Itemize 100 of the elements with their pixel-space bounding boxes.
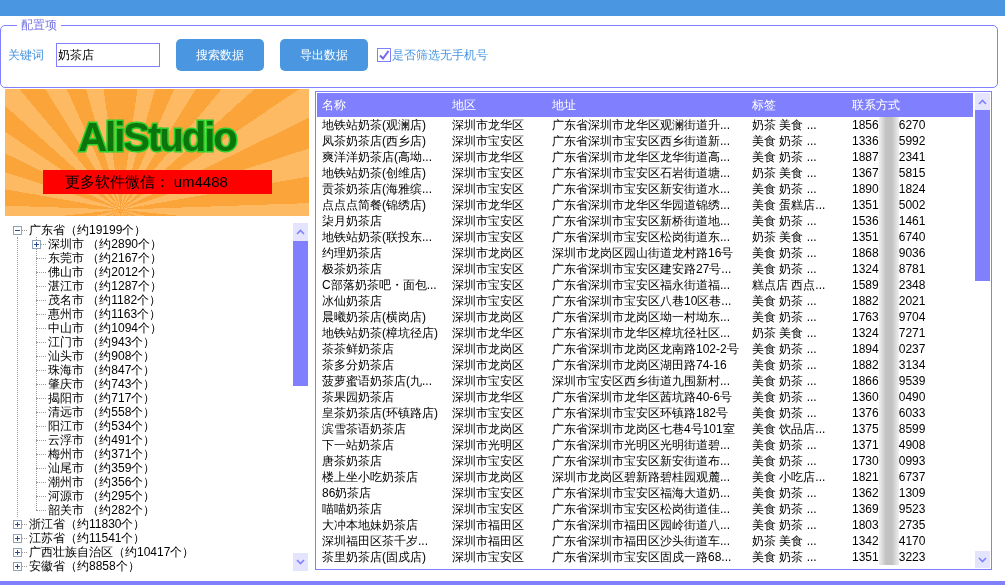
tree-item[interactable]: 深圳市 （约2890个） (48, 237, 163, 251)
phone-digits: 4170 (898, 533, 926, 549)
table-cell-text: 唐茶奶茶店 (321, 453, 383, 469)
table-cell-text: 深圳市龙岗区 (451, 341, 525, 357)
phone-digits: 9036 (898, 245, 926, 261)
scrollbar-thumb[interactable] (293, 241, 308, 386)
phone-digits: 1371 (852, 437, 879, 453)
table-cell-text: 美食 饮品店... (751, 421, 827, 437)
tree-item[interactable]: 江苏省（约11541个） (29, 531, 146, 545)
phone-digits: 0490 (898, 389, 926, 405)
minus-box-icon[interactable] (13, 225, 22, 235)
tree-item[interactable]: 韶关市 （约282个） (48, 503, 156, 517)
plus-box-icon[interactable] (13, 547, 22, 557)
tree-item[interactable]: 汕尾市 （约359个） (48, 461, 156, 475)
tree-item[interactable]: 广东省（约19199个） (29, 223, 147, 237)
phone-digits: 1375 (852, 421, 879, 437)
tree-item[interactable]: 中山市 （约1094个） (48, 321, 163, 335)
keyword-label: 关键词 (8, 46, 44, 64)
phone-digits: 9704 (898, 309, 926, 325)
tree-item[interactable]: 江门市 （约943个） (48, 335, 156, 349)
scroll-up-button[interactable] (293, 223, 308, 241)
table-cell-text: 滨雪茶语奶茶店 (321, 421, 407, 437)
scrollbar-thumb[interactable] (975, 110, 990, 281)
table-cell-text: 广东省深圳市宝安区固戍一路68... (551, 549, 733, 565)
table-cell-text: 美食 蛋糕店... (751, 197, 827, 213)
tree-item[interactable]: 揭阳市 （约717个） (48, 391, 156, 405)
table-cell-text: 广东省深圳市光明区光明街道碧... (551, 437, 731, 453)
table-cell-text: 深圳市龙岗区 (451, 357, 525, 373)
table-cell-text: 广东省深圳市宝安区松岗街道佳... (551, 501, 731, 517)
table-cell-text: 美食 奶茶 ... (751, 181, 818, 197)
table-cell-text: 美食 奶茶 ... (751, 453, 818, 469)
scroll-up-button[interactable] (975, 93, 990, 110)
tree-item[interactable]: 东莞市 （约2167个） (48, 251, 163, 265)
phone-digits: 9523 (898, 501, 926, 517)
tree-item[interactable]: 惠州市 （约1163个） (48, 307, 162, 321)
phone-digits: 6737 (898, 469, 926, 485)
tree-item[interactable]: 潮州市 （约356个） (48, 475, 156, 489)
table-cell-text: 地铁站奶茶(创维店) (321, 165, 427, 181)
table-cell-text: 深圳市龙岗区园山街道龙村路16号 (551, 245, 735, 261)
table-cell-text: 广东省深圳市龙岗区湖田路74-16 (551, 357, 728, 373)
plus-box-icon[interactable] (32, 239, 41, 249)
tree-item[interactable]: 阳江市 （约534个） (48, 419, 156, 433)
tree-item[interactable]: 浙江省（约11830个） (29, 517, 146, 531)
table-cell-text: 皇茶奶茶店(环镇路店) (321, 405, 439, 421)
tree-item[interactable]: 珠海市 （约847个） (48, 363, 156, 377)
phone-digits: 7271 (898, 325, 926, 341)
table-cell-text: 深圳市福田区 (451, 517, 525, 533)
tree-item[interactable]: 肇庆市 （约743个） (48, 377, 156, 391)
table-cell-text: 广东省深圳市龙华区茜坑路40-6号 (551, 389, 734, 405)
phone-digits: 2735 (898, 517, 926, 533)
keyword-field[interactable]: 奶茶店 (56, 43, 160, 67)
table-cell-text: 美食 奶茶 ... (751, 405, 818, 421)
tree-item[interactable]: 汕头市 （约908个） (48, 349, 156, 363)
table-cell-text: 深圳市宝安区 (451, 485, 525, 501)
scroll-down-button[interactable] (975, 551, 990, 568)
tree-item[interactable]: 河源市 （约295个） (48, 489, 156, 503)
tree-item[interactable]: 佛山市 （约2012个） (48, 265, 163, 279)
tree-item[interactable]: 安徽省（约8858个） (29, 559, 140, 573)
table-cell-text: 深圳市宝安区 (451, 501, 525, 517)
phone-digits: 1824 (898, 181, 926, 197)
phone-digits: 1894 (852, 341, 879, 357)
table-cell-text: 深圳市龙岗区碧新路碧桂园观麓... (551, 469, 731, 485)
table-cell-text: 深圳市宝安区 (451, 405, 525, 421)
tree-item[interactable]: 云浮市 （约491个） (48, 433, 156, 447)
phone-digits: 1882 (852, 293, 879, 309)
table-cell-text: 美食 奶茶 ... (751, 485, 818, 501)
phone-digits: 1362 (852, 485, 879, 501)
logo-text: AliStudio (78, 115, 236, 159)
phone-digits: 1890 (852, 181, 879, 197)
tree-item[interactable]: 茂名市 （约1182个） (48, 293, 162, 307)
table-cell-text: 深圳市宝安区 (451, 453, 525, 469)
table-cell-text: 茶茶鲜奶茶店 (321, 341, 395, 357)
phone-digits: 8781 (898, 261, 926, 277)
table-cell-text: 冰仙奶茶店 (321, 293, 383, 309)
plus-box-icon[interactable] (13, 533, 22, 543)
table-cell-text: 广东省深圳市宝安区石岩街道塘... (551, 165, 731, 181)
table-cell-text: 地铁站奶茶(观澜店) (321, 117, 427, 133)
plus-box-icon[interactable] (13, 519, 22, 529)
table-cell-text: 广东省深圳市宝安区环镇路182号 (551, 405, 730, 421)
phone-digits: 1351 (852, 549, 879, 565)
tree-item[interactable]: 广西壮族自治区（约10417个） (29, 545, 195, 559)
table-cell-text: 深圳市宝安区 (451, 229, 525, 245)
table-cell-text: 美食 奶茶 ... (751, 389, 818, 405)
table-cell-text: 深圳市宝安区 (451, 133, 525, 149)
tree-item[interactable]: 清远市 （约558个） (48, 405, 156, 419)
table-cell-text: 深圳市宝安区 (451, 165, 525, 181)
table-cell-text: 广东省深圳市龙岗区坳一村坳东... (551, 309, 731, 325)
tree-item[interactable]: 梅州市 （约371个） (48, 447, 156, 461)
plus-box-icon[interactable] (13, 561, 22, 571)
checkbox[interactable] (377, 48, 391, 62)
table-cell-text: 地铁站奶茶(樟坑径店) (321, 325, 439, 341)
table-cell-text: 爽洋洋奶茶店(高坳... (321, 149, 433, 165)
phone-digits: 1351 (852, 197, 879, 213)
table-cell-text: 广东省深圳市宝安区福海大道奶... (551, 485, 731, 501)
phone-digits: 6033 (898, 405, 926, 421)
table-cell-text: 约理奶茶店 (321, 245, 383, 261)
scroll-down-button[interactable] (293, 553, 308, 571)
tree-item[interactable]: 湛江市 （约1287个） (48, 279, 163, 293)
table-cell-text: 奶茶 美食 ... (751, 533, 818, 549)
table-cell-text: 广东省深圳市宝安区建安路27号... (551, 261, 733, 277)
